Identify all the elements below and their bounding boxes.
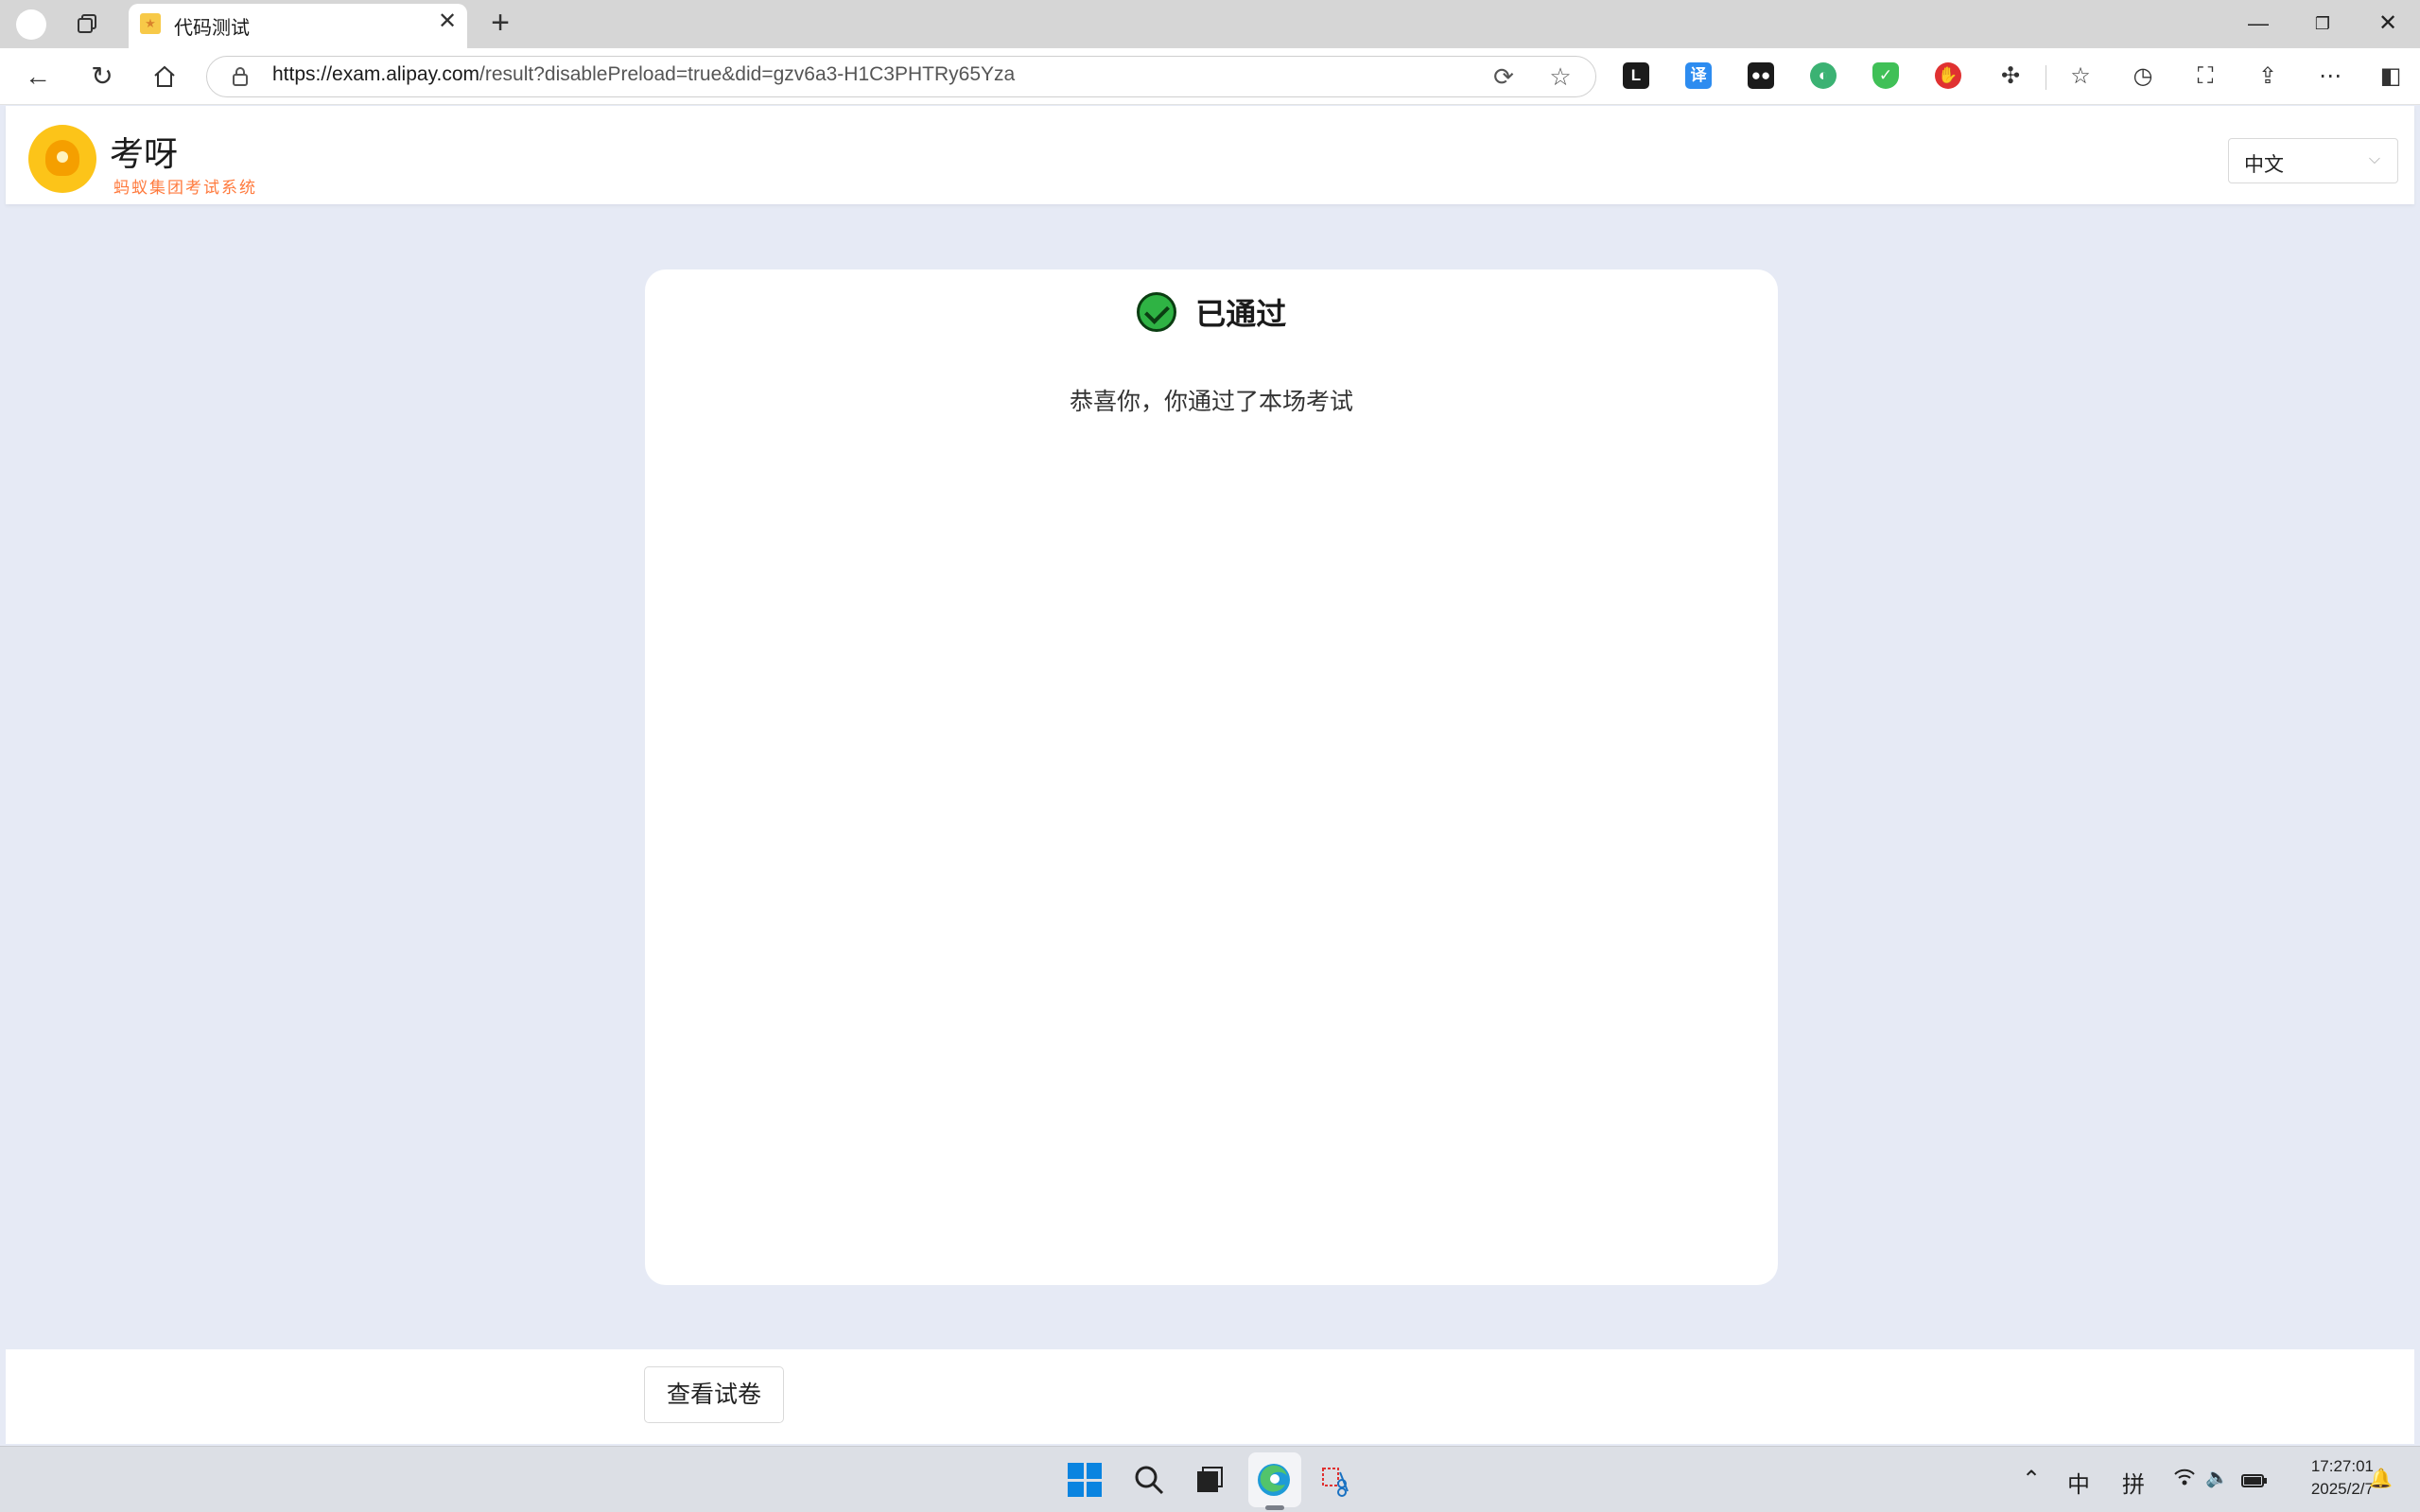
site-header: 考呀 蚂蚁集团考试系统 中文 ⌵ — [6, 106, 2414, 204]
minimize-icon[interactable]: — — [2239, 8, 2277, 40]
home-icon[interactable] — [148, 60, 182, 94]
url-text[interactable]: https://exam.alipay.com/result?disablePr… — [272, 63, 1015, 86]
start-icon[interactable] — [1065, 1460, 1105, 1500]
clock-time: 17:27:01 — [2310, 1457, 2374, 1475]
history-icon[interactable]: ◷ — [2128, 61, 2158, 92]
screenshot-icon[interactable]: ⛶ — [2190, 61, 2220, 92]
chevron-down-icon: ⌵ — [2368, 151, 2381, 167]
volume-icon[interactable]: 🔈 — [2205, 1466, 2229, 1489]
wifi-icon[interactable] — [2173, 1468, 2196, 1492]
tab-favicon-icon: ★ — [140, 13, 161, 34]
tab-actions-icon[interactable] — [74, 10, 102, 39]
new-tab-button[interactable]: + — [484, 7, 516, 40]
window-close-icon[interactable]: ✕ — [2369, 8, 2407, 40]
result-status-row: 已通过 — [645, 290, 1778, 338]
url-host: https://exam.alipay.com — [272, 63, 480, 85]
battery-icon[interactable] — [2241, 1469, 2268, 1496]
clock-date: 2025/2/7 — [2310, 1480, 2374, 1498]
lock-icon[interactable] — [231, 66, 250, 87]
brand-subtitle: 蚂蚁集团考试系统 — [113, 179, 257, 197]
ext-mask-icon[interactable]: ●● — [1748, 62, 1774, 89]
edge-browser-icon[interactable] — [1254, 1460, 1294, 1500]
result-status: 已通过 — [1195, 297, 1287, 331]
language-select[interactable]: 中文 ⌵ — [2228, 138, 2398, 183]
back-icon[interactable]: ← — [21, 60, 55, 94]
favorite-star-icon[interactable]: ☆ — [1545, 61, 1576, 92]
sidebar-icon[interactable]: ◧ — [2376, 61, 2406, 92]
task-view-icon[interactable] — [1190, 1460, 1229, 1500]
system-clock[interactable]: 17:27:01 2025/2/7 — [2287, 1455, 2374, 1501]
more-icon[interactable]: ⋯ — [2315, 61, 2345, 92]
url-path: /result?disablePreload=true&did=gzv6a3-H… — [479, 63, 1016, 85]
search-icon[interactable] — [1129, 1460, 1169, 1500]
result-message: 恭喜你，你通过了本场考试 — [1069, 389, 1353, 415]
favorites-icon[interactable]: ☆ — [2065, 61, 2096, 92]
restore-icon[interactable]: ❐ — [2304, 8, 2342, 40]
ext-translate-icon[interactable]: 译 — [1685, 62, 1712, 89]
extensions-icon[interactable]: ✣ — [1995, 61, 2026, 92]
brand-name: 考呀 — [110, 135, 179, 174]
check-circle-icon — [1136, 292, 1176, 332]
immersive-reader-icon[interactable]: ⟳ — [1489, 61, 1519, 92]
logo-eye — [57, 151, 68, 163]
snipping-tool-icon[interactable] — [1316, 1460, 1356, 1500]
ext-l-icon[interactable]: L — [1623, 62, 1649, 89]
os-taskbar: ⌃ 中 拼 🔈 17:27:01 2025/2/7 🔔 — [0, 1446, 2420, 1512]
tray-overflow-icon[interactable]: ⌃ — [2022, 1466, 2041, 1493]
ext-shield-icon[interactable]: ✓ — [1872, 62, 1899, 89]
profile-icon[interactable] — [16, 9, 46, 40]
share-icon[interactable]: ⇪ — [2253, 61, 2283, 92]
result-card: 已通过 恭喜你，你通过了本场考试 — [645, 269, 1778, 1285]
active-app-indicator — [1265, 1505, 1284, 1510]
ime-mode[interactable]: 中 — [2067, 1466, 2090, 1499]
ext-globe-icon[interactable]: ◐ — [1810, 62, 1837, 89]
tab-title: 代码测试 — [174, 18, 250, 39]
notification-bell-icon[interactable]: 🔔 — [2369, 1468, 2393, 1490]
page-footer: 查看试卷 — [6, 1349, 2414, 1444]
site-logo[interactable] — [28, 125, 96, 193]
language-value: 中文 — [2244, 154, 2284, 176]
browser-toolbar: ← ↻ https://exam.alipay.com/result?disab… — [0, 48, 2420, 105]
browser-tab-strip: ★ 代码测试 ✕ + — ❐ ✕ — [0, 0, 2420, 48]
ime-type[interactable]: 拼 — [2122, 1466, 2145, 1499]
reload-icon[interactable]: ↻ — [85, 60, 119, 94]
view-paper-button[interactable]: 查看试卷 — [644, 1366, 784, 1423]
ext-hand-icon[interactable]: ✋ — [1935, 62, 1961, 89]
tab-close-icon[interactable]: ✕ — [435, 9, 460, 34]
